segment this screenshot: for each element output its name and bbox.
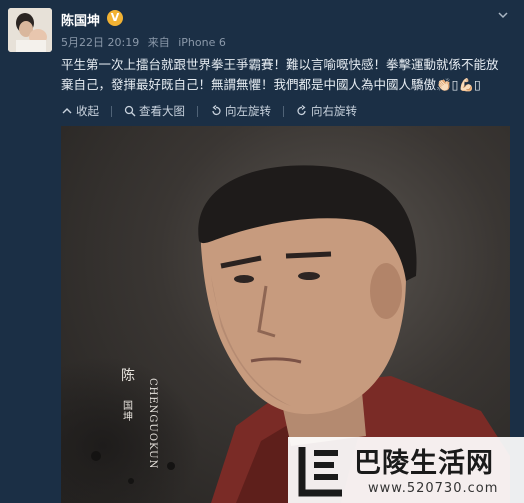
image-name-small: 国坤 (123, 401, 133, 423)
rotate-right-icon (297, 105, 306, 116)
rotate-right-button[interactable]: 向右旋转 (296, 103, 357, 119)
collapse-label: 收起 (76, 104, 99, 118)
site-logo-icon (298, 447, 342, 497)
image-toolbar: 收起 查看大图 向左旋转 向右旋转 (61, 103, 369, 119)
divider (283, 105, 284, 117)
collapse-button[interactable]: 收起 (61, 103, 99, 119)
post-date[interactable]: 5月22日 20:19 (61, 36, 139, 49)
device-source[interactable]: iPhone 6 (178, 36, 226, 49)
avatar-photo (8, 8, 52, 52)
site-watermark: 巴陵生活网 www.520730.com (288, 437, 524, 503)
image-name-english: CHENGUOKUN (147, 378, 158, 470)
divider (111, 105, 112, 117)
watermark-title: 巴陵生活网 (354, 448, 494, 479)
rotate-left-button[interactable]: 向左旋转 (210, 103, 271, 119)
post-meta: 5月22日 20:19 来自 iPhone 6 (61, 34, 231, 50)
rotate-left-icon (212, 105, 221, 116)
collapse-icon (62, 108, 72, 114)
image-name-vertical: 陈 (121, 368, 135, 384)
view-large-label: 查看大图 (139, 104, 185, 118)
rotate-right-label: 向右旋转 (311, 104, 357, 118)
author-name[interactable]: 陈国坤 (61, 10, 100, 29)
divider (197, 105, 198, 117)
via-label: 来自 (147, 36, 170, 49)
post-text: 平生第一次上擂台就跟世界拳王爭霸賽！難以言喻嘅快感！拳擊運動就係不能放 棄自己，… (61, 55, 501, 95)
magnifier-icon (124, 105, 136, 117)
view-large-button[interactable]: 查看大图 (124, 103, 185, 119)
rotate-left-label: 向左旋转 (225, 104, 271, 118)
verified-badge-icon: V (107, 10, 123, 26)
watermark-url: www.520730.com (368, 481, 499, 496)
post-text-line: 平生第一次上擂台就跟世界拳王爭霸賽！難以言喻嘅快感！拳擊運動就係不能放 (61, 57, 499, 72)
avatar[interactable] (8, 8, 52, 52)
chevron-down-icon[interactable] (496, 8, 510, 22)
post-text-line: 棄自己，發揮最好既自己！無謂無懼！我們都是中國人為中國人驕傲👏🏻▯💪🏻▯ (61, 77, 481, 92)
